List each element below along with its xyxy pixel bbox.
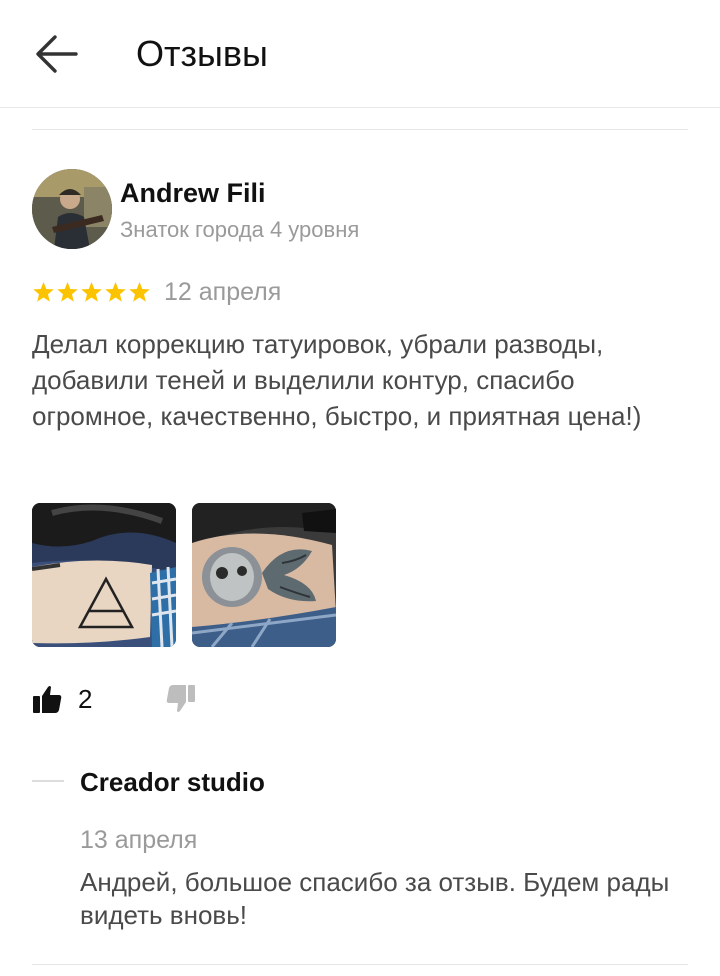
reply-author: Creador studio xyxy=(80,767,265,797)
divider xyxy=(32,964,688,965)
divider xyxy=(32,129,688,130)
like-button[interactable]: 2 xyxy=(32,680,92,718)
thumbs-down-icon xyxy=(166,685,195,712)
author-name[interactable]: Andrew Fili xyxy=(120,176,266,210)
star-icon xyxy=(57,281,78,302)
rating-stars xyxy=(32,276,151,308)
star-icon xyxy=(129,281,150,302)
star-icon xyxy=(105,281,126,302)
star-icon xyxy=(81,281,102,302)
reply-text: Андрей, большое спасибо за отзыв. Будем … xyxy=(80,867,670,930)
review-date: 12 апреля xyxy=(164,278,282,306)
back-button[interactable] xyxy=(30,30,82,78)
author-level: Знаток города 4 уровня xyxy=(120,217,360,242)
star-icon xyxy=(33,281,54,302)
dislike-button[interactable] xyxy=(166,680,206,718)
reviews-page: Отзывы Andrew Fili Знаток города 4 уровн… xyxy=(0,0,720,976)
thumbs-up-icon xyxy=(33,686,62,713)
page-title: Отзывы xyxy=(136,33,268,74)
review-photo[interactable] xyxy=(192,503,336,647)
review-text: Делал коррекцию татуировок, убрали разво… xyxy=(32,329,642,431)
reply-indent-line xyxy=(32,780,64,782)
like-count: 2 xyxy=(78,684,93,714)
review-photo[interactable] xyxy=(32,503,176,647)
reply-date: 13 апреля xyxy=(80,826,198,854)
header: Отзывы xyxy=(0,0,720,108)
avatar[interactable] xyxy=(32,169,112,249)
arrow-left-icon xyxy=(36,35,78,73)
